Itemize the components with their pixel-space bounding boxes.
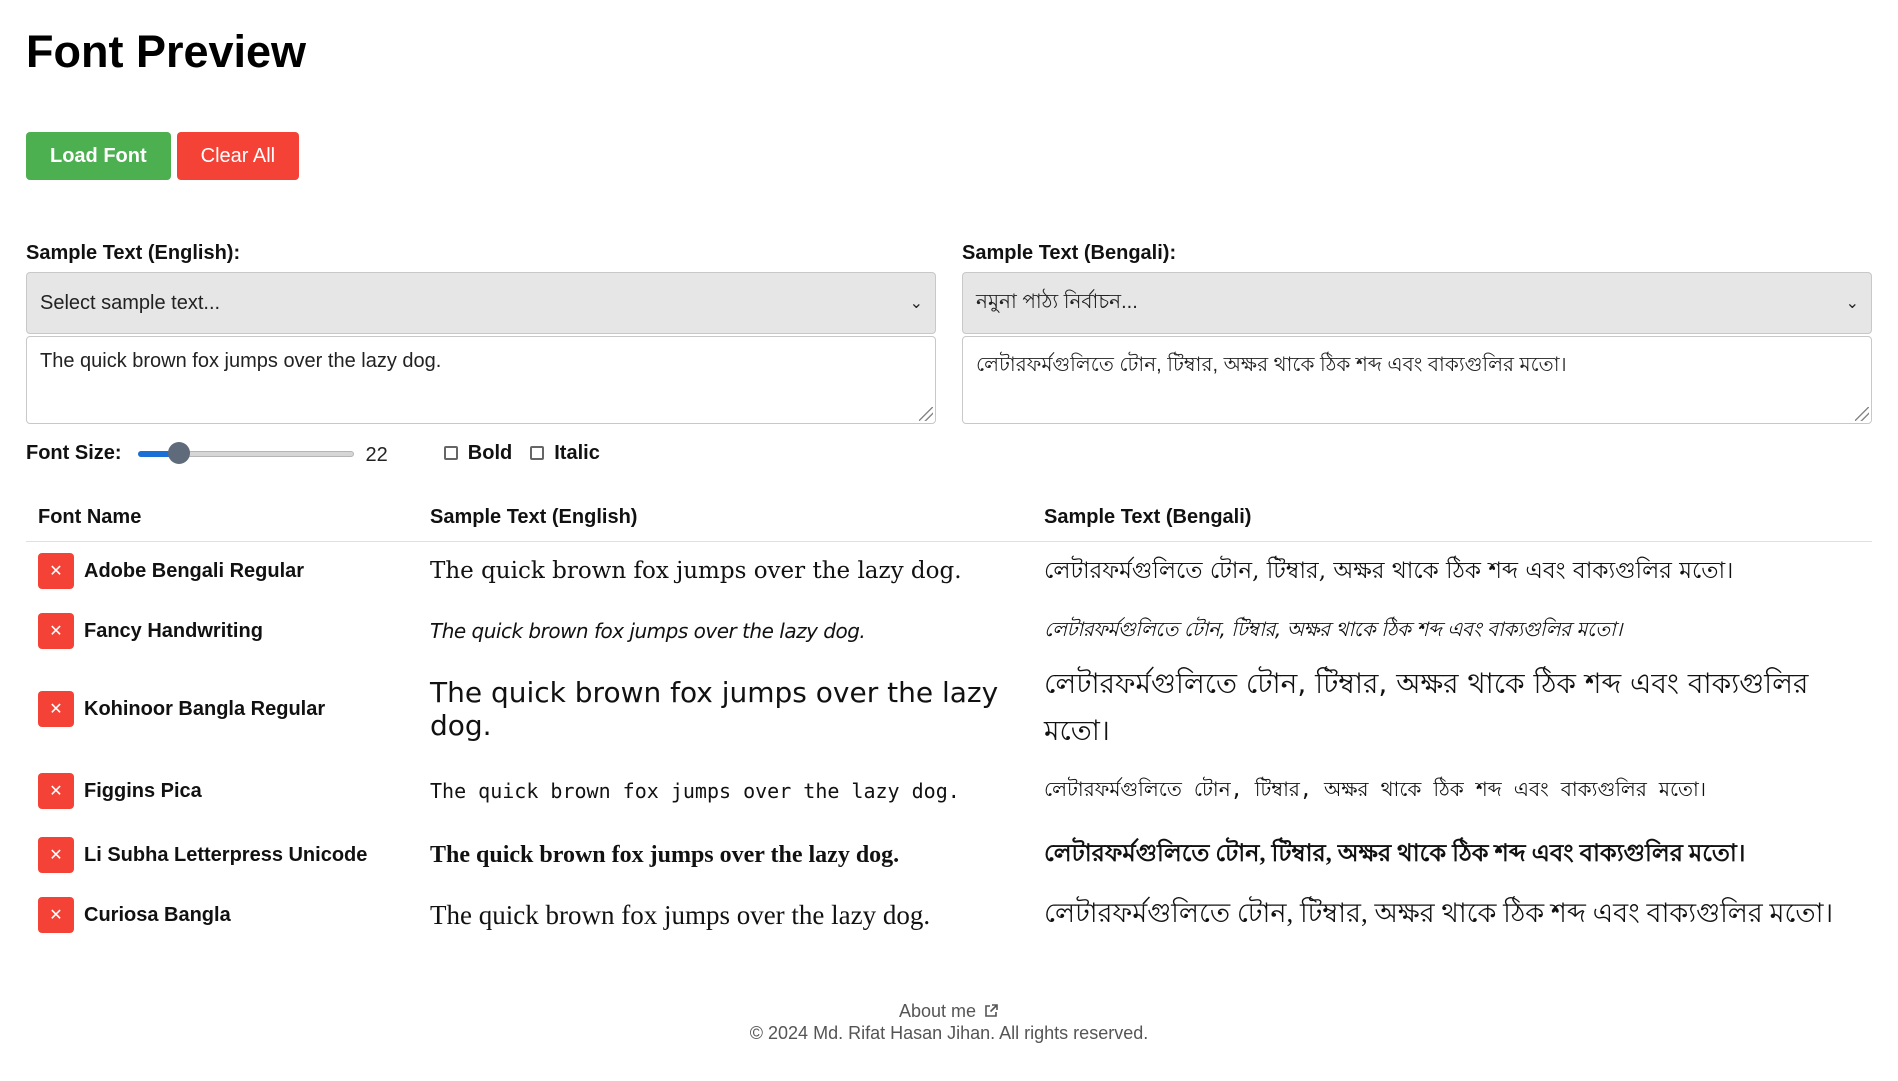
resize-handle-icon[interactable] xyxy=(919,407,933,421)
english-sample: The quick brown fox jumps over the lazy … xyxy=(430,676,999,742)
close-icon[interactable]: ✕ xyxy=(38,613,74,649)
about-link-label: About me xyxy=(898,1001,977,1021)
sample-inputs: Sample Text (English): Select sample tex… xyxy=(26,242,1872,424)
english-sample: The quick brown fox jumps over the lazy … xyxy=(430,779,960,803)
font-name: Fancy Handwriting xyxy=(84,619,263,642)
bengali-sample-textarea[interactable]: লেটারফর্মগুলিতে টোন, টিম্বার, অক্ষর থাকে… xyxy=(962,336,1872,424)
english-sample: The quick brown fox jumps over the lazy … xyxy=(430,899,931,930)
copyright: © 2024 Md. Rifat Hasan Jihan. All rights… xyxy=(749,1023,1149,1043)
font-name: Kohinoor Bangla Regular xyxy=(84,697,326,720)
bengali-sample: লেটারফর্মগুলিতে টোন, টিম্বার, অক্ষর থাকে… xyxy=(1044,667,1809,747)
table-row: ✕ Adobe Bengali Regular The quick brown f… xyxy=(26,542,1872,601)
font-size-label: Font Size: xyxy=(26,441,122,464)
english-input-group: Sample Text (English): Select sample tex… xyxy=(26,242,936,424)
bengali-sample: লেটারফর্মগুলিতে টোন, টিম্বার, অক্ষর থাকে… xyxy=(1044,841,1746,867)
close-icon[interactable]: ✕ xyxy=(38,837,74,873)
bengali-textarea-value: লেটারফর্মগুলিতে টোন, টিম্বার, অক্ষর থাকে… xyxy=(976,354,1567,376)
resize-handle-icon[interactable] xyxy=(1855,407,1869,421)
english-sample: The quick brown fox jumps over the lazy … xyxy=(430,558,962,584)
table-row: ✕ Figgins Pica The quick brown fox jumps … xyxy=(26,756,1872,826)
table-row: ✕ Li Subha Letterpress Unicode The quick … xyxy=(26,826,1872,884)
english-select-value: Select sample text... xyxy=(40,291,221,314)
table-row: ✕ Kohinoor Bangla Regular The quick brown… xyxy=(26,662,1872,756)
table-row: ✕ Curiosa Bangla The quick brown fox jump… xyxy=(26,884,1872,946)
italic-label: Italic xyxy=(554,441,600,464)
font-size-value: 22 xyxy=(365,443,388,466)
english-label: Sample Text (English): xyxy=(26,242,241,264)
english-textarea-value: The quick brown fox jumps over the lazy … xyxy=(40,350,442,372)
english-sample-select[interactable]: Select sample text... ⌄ xyxy=(26,272,936,334)
bengali-select-value: নমুনা পাঠ্য নির্বাচন... xyxy=(976,290,1138,313)
english-sample: The quick brown fox jumps over the lazy … xyxy=(430,619,866,643)
page: Font Preview Load Font Clear All Sample … xyxy=(0,0,1898,1081)
clear-all-button[interactable]: Clear All xyxy=(176,132,300,180)
bengali-sample: লেটারফর্মগুলিতে টোন, টিম্বার, অক্ষর থাকে… xyxy=(1044,557,1734,584)
footer: About me © 2024 Md. Rifat Hasan Jihan. A… xyxy=(0,1000,1898,1044)
bold-checkbox[interactable] xyxy=(443,446,458,460)
font-name: Curiosa Bangla xyxy=(84,903,231,926)
close-icon[interactable]: ✕ xyxy=(38,691,74,727)
page-title: Font Preview xyxy=(26,26,307,77)
font-size-slider[interactable] xyxy=(137,438,354,468)
about-link[interactable]: About me xyxy=(0,1000,1898,1022)
chevron-down-icon: ⌄ xyxy=(909,295,923,312)
font-name: Adobe Bengali Regular xyxy=(84,559,305,582)
load-font-button[interactable]: Load Font xyxy=(26,132,171,180)
bold-toggle[interactable]: Bold xyxy=(443,441,513,465)
table-header-row: Font Name Sample Text (English) Sample T… xyxy=(26,494,1872,542)
slider-thumb[interactable] xyxy=(167,442,190,464)
bold-label: Bold xyxy=(467,441,513,464)
close-icon[interactable]: ✕ xyxy=(38,897,74,933)
header-sample-english: Sample Text (English) xyxy=(418,494,1032,542)
bengali-sample: লেটারফর্মগুলিতে টোন, টিম্বার, অক্ষর থাকে… xyxy=(1044,897,1834,928)
font-name: Li Subha Letterpress Unicode xyxy=(84,843,368,866)
header-font-name: Font Name xyxy=(26,494,418,542)
bengali-input-group: Sample Text (Bengali): নমুনা পাঠ্য নির্ব… xyxy=(962,242,1872,424)
close-icon[interactable]: ✕ xyxy=(38,553,74,589)
english-sample-textarea[interactable]: The quick brown fox jumps over the lazy … xyxy=(26,336,936,424)
bengali-sample-select[interactable]: নমুনা পাঠ্য নির্বাচন... ⌄ xyxy=(962,272,1872,334)
italic-checkbox[interactable] xyxy=(530,446,545,460)
header-sample-bengali: Sample Text (Bengali) xyxy=(1032,494,1872,542)
close-icon[interactable]: ✕ xyxy=(38,773,74,809)
font-controls: Font Size: 22 Bold Italic xyxy=(26,438,1872,468)
bengali-sample: লেটারফর্মগুলিতে টোন, টিম্বার, অক্ষর থাকে… xyxy=(1044,616,1622,641)
chevron-down-icon: ⌄ xyxy=(1845,295,1859,312)
font-name: Figgins Pica xyxy=(84,779,202,802)
table-row: ✕ Fancy Handwriting The quick brown fox j… xyxy=(26,600,1872,662)
italic-toggle[interactable]: Italic xyxy=(530,442,600,465)
bengali-sample: লেটারফর্মগুলিতে টোন, টিম্বার, অক্ষর থাকে… xyxy=(1044,776,1706,801)
external-link-icon xyxy=(985,1004,998,1017)
english-sample: The quick brown fox jumps over the lazy … xyxy=(430,841,900,868)
action-bar: Load Font Clear All xyxy=(26,132,1872,180)
font-table: Font Name Sample Text (English) Sample T… xyxy=(26,494,1872,946)
bengali-label: Sample Text (Bengali): xyxy=(962,242,1177,264)
